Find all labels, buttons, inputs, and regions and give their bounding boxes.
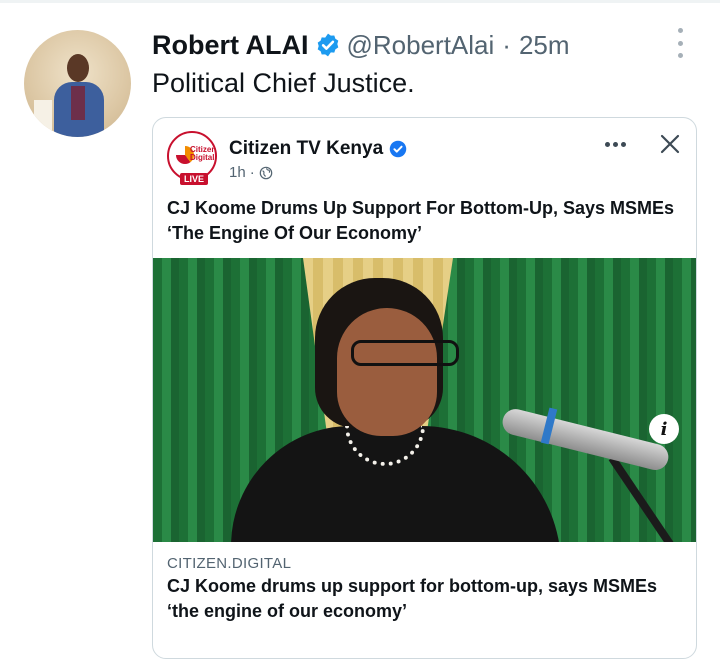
header-separator: · [502,29,511,60]
author-name[interactable]: Robert ALAI [152,30,309,61]
meta-separator: · [249,164,255,181]
more-dot [613,142,618,147]
globe-icon [259,166,272,179]
verified-badge-icon [389,140,407,158]
tweet-header: Robert ALAI @RobertAlai · 25m [152,27,570,63]
logo-text: Citizen Digital [190,145,217,162]
author-avatar[interactable] [24,30,131,137]
photo-person-face [337,308,437,436]
page-name[interactable]: Citizen TV Kenya [229,138,383,160]
verified-badge-icon [317,33,338,57]
live-badge: LIVE [180,173,209,185]
avatar-background-window [34,100,52,130]
article-photo[interactable]: i [153,258,696,542]
tweet-text: Political Chief Justice. [152,68,415,98]
close-icon[interactable] [659,133,681,155]
card-more-icon[interactable] [605,142,626,147]
more-options-icon[interactable] [673,28,687,58]
photo-person-glasses [351,340,459,366]
post-time[interactable]: 1h [229,164,246,181]
more-dot [677,53,683,58]
citizen-digital-logo[interactable]: Citizen Digital LIVE [167,131,217,185]
avatar-figure-shirt [71,86,85,120]
more-dot [605,142,610,147]
link-title[interactable]: CJ Koome drums up support for bottom-up,… [167,574,677,624]
page-name-row: Citizen TV Kenya [229,138,413,160]
more-dot [677,40,683,46]
more-dot [621,142,626,147]
more-dot [677,28,683,33]
info-icon[interactable]: i [649,414,679,444]
post-meta: 1h · [229,164,273,181]
embedded-post-card[interactable]: Citizen Digital LIVE Citizen TV Kenya 1h… [152,117,697,659]
link-domain: CITIZEN.DIGITAL [167,555,292,572]
tweet-timestamp[interactable]: 25m [519,30,570,61]
post-headline: CJ Koome Drums Up Support For Bottom-Up,… [167,198,675,243]
author-handle[interactable]: @RobertAlai [347,30,495,61]
avatar-figure-head [67,54,89,82]
top-divider [0,0,720,3]
